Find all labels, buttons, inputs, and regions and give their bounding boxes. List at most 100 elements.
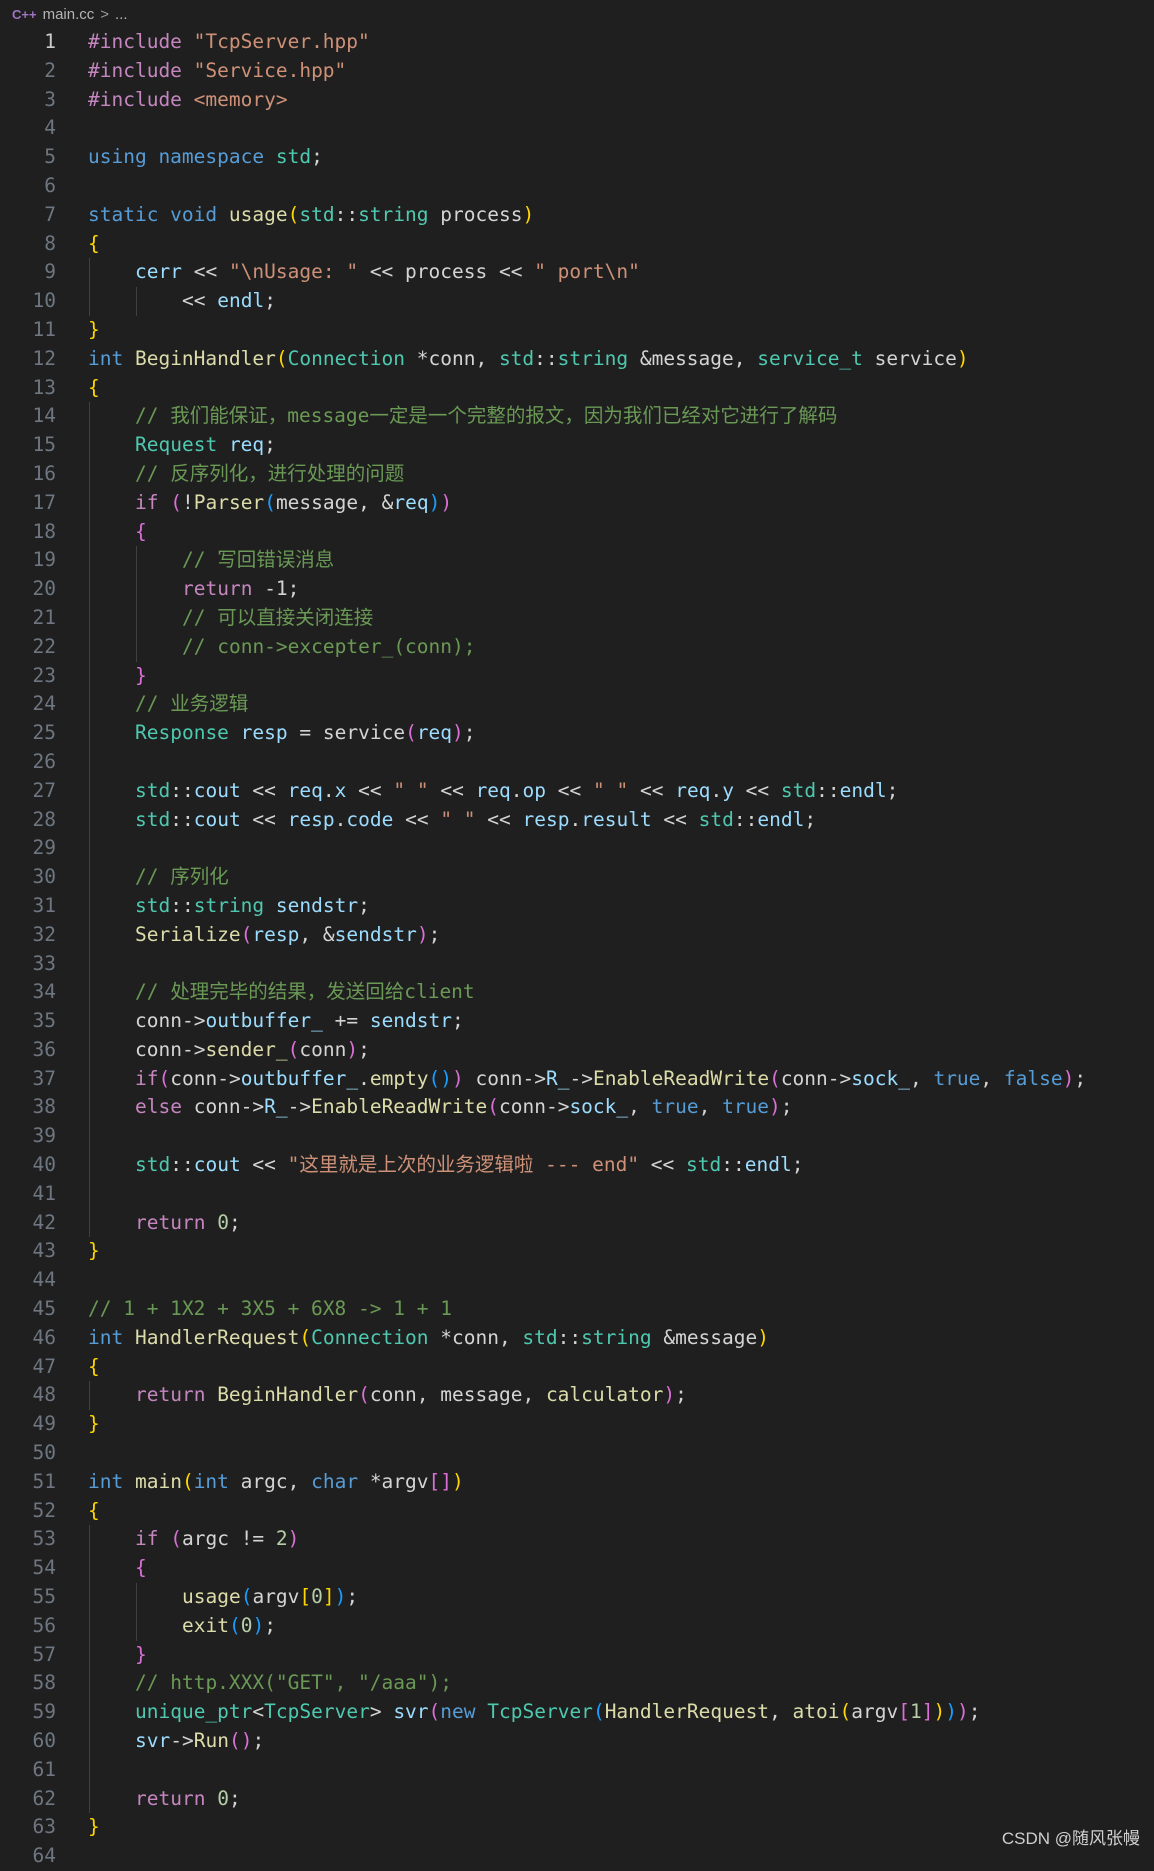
code-line[interactable]: 14 // 我们能保证，message一定是一个完整的报文，因为我们已经对它进行了… [0, 402, 1154, 432]
code-line[interactable]: 59 unique_ptr<TcpServer> svr(new TcpServe… [0, 1698, 1154, 1728]
code-line[interactable]: 54 { [0, 1554, 1154, 1584]
code-token: 0 [217, 1210, 229, 1234]
code-token: } [135, 663, 147, 687]
code-line[interactable]: 45 // 1 + 1X2 + 3X5 + 6X8 -> 1 + 1 [0, 1295, 1154, 1324]
code-token: << [240, 1153, 288, 1177]
code-line[interactable]: 61 [0, 1755, 1154, 1785]
breadcrumb-more[interactable]: ... [115, 6, 128, 23]
code-token: << [428, 778, 476, 802]
code-text: unique_ptr<TcpServer> svr(new TcpServer(… [135, 1698, 980, 1727]
code-line[interactable]: 47 { [0, 1353, 1154, 1382]
code-line[interactable]: 64 [0, 1842, 1154, 1871]
code-line[interactable]: 56 exit(0); [0, 1611, 1154, 1641]
line-number: 34 [32, 980, 56, 1004]
code-line[interactable]: 63} [0, 1813, 1154, 1842]
code-line[interactable]: 22 // conn->excepter_(conn); [0, 632, 1154, 662]
code-line[interactable]: 31 std::string sendstr; [0, 891, 1154, 921]
code-line[interactable]: 20 return -1; [0, 575, 1154, 604]
code-token: // 可以直接关闭连接 [182, 605, 374, 629]
code-line[interactable]: 10 << endl; [0, 287, 1154, 316]
code-line[interactable]: 24 // 业务逻辑 [0, 690, 1154, 720]
code-line[interactable]: 11} [0, 316, 1154, 345]
code-line[interactable]: 5 using namespace std; [0, 143, 1154, 172]
code-token: ; [264, 433, 276, 457]
code-line[interactable]: 34 // 处理完毕的结果，发送回给client [0, 978, 1154, 1008]
code-line[interactable]: 16 // 反序列化，进行处理的问题 [0, 459, 1154, 489]
code-line[interactable]: 17 if (!Parser(message, &req)) [0, 488, 1154, 518]
code-line[interactable]: 32 Serialize(resp, &sendstr); [0, 920, 1154, 950]
code-line[interactable]: 57} [0, 1640, 1154, 1670]
code-token: // 业务逻辑 [135, 692, 249, 716]
line-number: 38 [32, 1095, 56, 1119]
code-text: { [88, 1497, 100, 1526]
code-line[interactable]: 27 std::cout << req.x << " " << req.op <<… [0, 776, 1154, 806]
code-token: << [346, 778, 394, 802]
code-line[interactable]: 9 cerr << "\nUsage: " << process << " por… [0, 258, 1154, 288]
code-token: ( [487, 1095, 499, 1119]
code-line[interactable]: 12 int BeginHandler(Connection *conn, std… [0, 345, 1154, 374]
code-line[interactable]: 39 [0, 1122, 1154, 1152]
code-line[interactable]: 53 if (argc != 2) [0, 1525, 1154, 1555]
code-line[interactable]: 50 [0, 1439, 1154, 1468]
code-line[interactable]: 6 [0, 172, 1154, 201]
code-token: ] [921, 1700, 934, 1724]
code-token: ] [322, 1585, 335, 1609]
code-line[interactable]: 46 int HandlerRequest(Connection *conn, s… [0, 1324, 1154, 1353]
code-line[interactable]: 30 // 序列化 [0, 863, 1154, 892]
watermark: CSDN @随风张幔 [1001, 1829, 1140, 1848]
code-line[interactable]: 44 [0, 1266, 1154, 1295]
code-line[interactable]: 36 conn->sender_(conn); [0, 1035, 1154, 1065]
code-text: } [88, 1813, 100, 1842]
chevron-right-icon: > [100, 5, 110, 23]
code-line[interactable]: 58 // http.XXX("GET", "/aaa"); [0, 1669, 1154, 1699]
indent-guide [89, 1151, 90, 1180]
code-line[interactable]: 40 std::cout << "这里就是上次的业务逻辑啦 --- end" <<… [0, 1151, 1154, 1180]
line-number: 2 [44, 58, 56, 82]
code-line[interactable]: 7 static void usage(std::string process) [0, 201, 1154, 230]
code-line[interactable]: 49} [0, 1410, 1154, 1439]
code-line[interactable]: 23} [0, 661, 1154, 691]
code-token: sender_ [205, 1037, 288, 1061]
code-token: << [358, 260, 406, 284]
code-line[interactable]: 26 [0, 747, 1154, 777]
code-line[interactable]: 38 else conn->R_->EnableReadWrite(conn->s… [0, 1093, 1154, 1123]
code-line[interactable]: 43} [0, 1237, 1154, 1266]
code-line[interactable]: 41 [0, 1179, 1154, 1209]
code-line[interactable]: 37 if(conn->outbuffer_.empty()) conn->R_-… [0, 1064, 1154, 1094]
code-token: ) [452, 1469, 464, 1493]
code-token: std [275, 145, 312, 169]
code-line[interactable]: 2 #include "Service.hpp" [0, 57, 1154, 86]
code-token: resp [240, 721, 288, 745]
code-line[interactable]: 60 svr->Run(); [0, 1727, 1154, 1756]
code-line[interactable]: 52 { [0, 1497, 1154, 1526]
code-token: -> [827, 1066, 852, 1090]
code-line[interactable]: 25 Response resp = service(req); [0, 719, 1154, 748]
code-line[interactable]: 4 [0, 114, 1154, 143]
code-line[interactable]: 21 // 可以直接关闭连接 [0, 603, 1154, 633]
code-line[interactable]: 19 // 写回错误消息 [0, 546, 1154, 576]
code-line[interactable]: 13 { [0, 374, 1154, 403]
code-token: req [393, 490, 429, 514]
code-line[interactable]: 51 int main(int argc, char *argv[]) [0, 1468, 1154, 1497]
breadcrumb-file[interactable]: main.cc [43, 6, 95, 23]
code-line[interactable]: 29 [0, 834, 1154, 864]
code-token: argc [181, 1527, 229, 1551]
code-line[interactable]: 15 Request req; [0, 431, 1154, 460]
code-text: // 写回错误消息 [182, 546, 334, 575]
code-line[interactable]: 28 std::cout << resp.code << " " << resp.… [0, 805, 1154, 835]
code-line[interactable]: 18 { [0, 517, 1154, 547]
code-token: 0 [217, 1786, 229, 1810]
code-line[interactable]: 55 usage(argv[0]); [0, 1583, 1154, 1612]
code-token: req [287, 778, 323, 802]
code-line[interactable]: 8{ [0, 230, 1154, 259]
code-line[interactable]: 62 return 0; [0, 1784, 1154, 1814]
code-token: endl [744, 1153, 792, 1177]
code-token: string [358, 202, 429, 226]
code-line[interactable]: 42 return 0; [0, 1208, 1154, 1238]
code-line[interactable]: 33 [0, 949, 1154, 979]
code-line[interactable]: 1 #include "TcpServer.hpp" [0, 28, 1154, 57]
code-editor[interactable]: 1 #include "TcpServer.hpp" 2 #include "Serv… [0, 28, 1154, 1871]
code-line[interactable]: 35 conn->outbuffer_ += sendstr; [0, 1007, 1154, 1036]
code-line[interactable]: 3 #include <memory> [0, 86, 1154, 115]
code-line[interactable]: 48 return BeginHandler(conn, message, cal… [0, 1381, 1154, 1411]
